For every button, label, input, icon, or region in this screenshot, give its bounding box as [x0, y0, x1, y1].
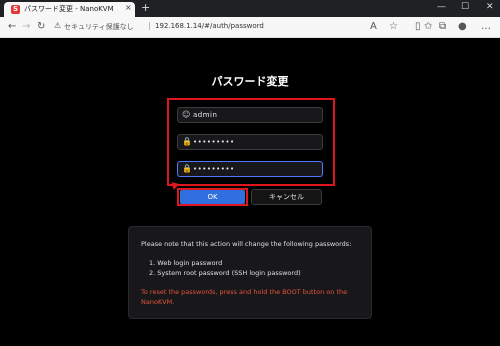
info-item: 1. Web login password [149, 259, 223, 267]
tab-title: パスワード変更 - NanoKVM [24, 5, 114, 13]
security-label: セキュリティ保護なし [64, 23, 134, 31]
reset-warning: To reset the passwords, press and hold t… [141, 288, 348, 306]
address-separator: | [148, 21, 151, 30]
back-icon[interactable]: ← [8, 21, 16, 33]
maximize-icon[interactable]: ☐ [461, 2, 469, 12]
username-field[interactable]: ☺ admin [177, 107, 323, 123]
split-screen-icon[interactable]: ▯ [415, 21, 421, 33]
url-text: 192.168.1.14/#/auth/password [155, 22, 264, 30]
read-aloud-icon[interactable]: A [370, 21, 377, 33]
lock-icon: 🔒 [182, 137, 192, 146]
lock-icon: 🔒 [182, 164, 192, 173]
page-title: パスワード変更 [211, 75, 289, 88]
confirm-password-field[interactable]: 🔒 ••••••••• [177, 161, 323, 177]
ok-button[interactable]: OK [180, 190, 245, 204]
address-bar[interactable]: ⚠ セキュリティ保護なし | 192.168.1.14/#/auth/passw… [54, 20, 412, 34]
nanokvm-favicon-icon: S [11, 5, 20, 14]
more-menu-icon[interactable]: … [481, 21, 491, 33]
confirm-password-value: ••••••••• [193, 165, 235, 173]
profile-avatar-icon[interactable]: ● [458, 21, 467, 33]
user-icon: ☺ [182, 110, 191, 119]
reload-icon[interactable]: ↻ [37, 21, 45, 33]
info-item: 2. System root password (SSH login passw… [149, 269, 301, 277]
browser-tab-bar: S パスワード変更 - NanoKVM × + — ☐ ✕ [0, 0, 500, 17]
browser-tab[interactable]: S パスワード変更 - NanoKVM × [4, 2, 135, 17]
tab-close-button[interactable]: × [125, 3, 132, 12]
info-panel: Please note that this action will change… [128, 226, 372, 319]
not-secure-icon: ⚠ [54, 21, 62, 30]
forward-icon[interactable]: → [22, 21, 30, 33]
new-tab-button[interactable]: + [141, 1, 150, 15]
new-password-value: ••••••••• [193, 138, 235, 146]
favorite-star-icon[interactable]: ☆ [389, 21, 398, 33]
new-password-field[interactable]: 🔒 ••••••••• [177, 134, 323, 150]
minimize-icon[interactable]: — [437, 2, 446, 12]
cancel-button[interactable]: キャンセル [251, 189, 322, 205]
window-close-icon[interactable]: ✕ [486, 2, 494, 12]
browser-toolbar: ← → ↻ ⚠ セキュリティ保護なし | 192.168.1.14/#/auth… [0, 17, 500, 38]
collections-icon[interactable]: ⧉ [439, 21, 446, 33]
username-value: admin [193, 111, 218, 119]
info-intro: Please note that this action will change… [141, 240, 352, 248]
favorites-icon[interactable]: ✩ [424, 21, 432, 33]
